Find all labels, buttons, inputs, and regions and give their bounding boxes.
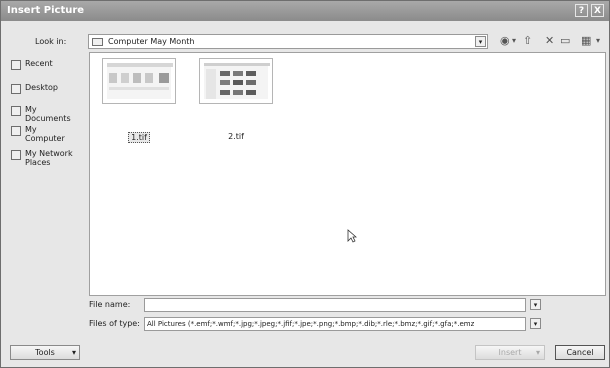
files-of-type-label: Files of type: [89, 319, 140, 328]
thumbnail-image [204, 63, 270, 99]
file-name-label: File name: [89, 300, 131, 309]
delete-icon[interactable]: ✕ [545, 34, 554, 47]
file-list[interactable]: 1.tif 2.tif [89, 52, 606, 296]
place-label: My Network Places [25, 149, 73, 167]
insert-picture-dialog: Insert Picture ? X Look in: Computer May… [0, 0, 610, 368]
new-folder-icon[interactable]: ▭ [560, 34, 570, 47]
file-name-dropdown-button[interactable]: ▾ [530, 299, 541, 310]
tools-button[interactable]: Tools ▾ [10, 345, 80, 360]
place-label: Desktop [25, 83, 58, 92]
files-of-type-dropdown-button[interactable]: ▾ [530, 318, 541, 329]
look-in-dropdown[interactable]: Computer May Month ▾ [88, 34, 488, 49]
recent-icon [11, 60, 21, 70]
thumbnail-image [107, 63, 173, 99]
thumbnail-2-graphic [204, 63, 270, 99]
back-dropdown-icon[interactable]: ▾ [512, 36, 516, 45]
help-button[interactable]: ? [575, 4, 588, 17]
place-label: My Computer [25, 125, 65, 143]
places-bar: Recent Desktop My Documents My Computer … [7, 51, 87, 297]
insert-button[interactable]: Insert ▾ [475, 345, 545, 360]
file-name-input[interactable] [144, 298, 526, 312]
file-caption-2[interactable]: 2.tif [199, 132, 273, 141]
back-arrow-icon[interactable]: ◉ [500, 34, 510, 47]
insert-label: Insert [498, 348, 522, 357]
mouse-cursor-icon [347, 229, 357, 243]
desktop-icon [11, 84, 21, 94]
views-icon[interactable]: ▦ [581, 34, 591, 47]
files-of-type-select[interactable]: All Pictures (*.emf;*.wmf;*.jpg;*.jpeg;*… [144, 317, 526, 331]
network-icon [11, 150, 21, 160]
place-label: Recent [25, 59, 53, 68]
place-my-network-places[interactable]: My Network Places [9, 149, 89, 185]
file-thumbnail-1[interactable] [102, 58, 176, 104]
dialog-title: Insert Picture [7, 5, 85, 16]
tools-label: Tools [35, 348, 55, 357]
file-name-2: 2.tif [228, 132, 244, 141]
folder-icon [92, 38, 103, 46]
file-thumbnail-2[interactable] [199, 58, 273, 104]
documents-icon [11, 106, 21, 116]
look-in-value: Computer May Month [108, 37, 195, 46]
cancel-button[interactable]: Cancel [555, 345, 605, 360]
file-name-1: 1.tif [128, 132, 150, 143]
computer-icon [11, 126, 21, 136]
close-button[interactable]: X [591, 4, 604, 17]
look-in-label: Look in: [35, 37, 67, 46]
title-bar: Insert Picture ? X [1, 1, 609, 21]
views-dropdown-icon[interactable]: ▾ [596, 36, 600, 45]
place-label: My Documents [25, 105, 71, 123]
file-caption-1[interactable]: 1.tif [102, 132, 176, 143]
insert-dropdown-icon: ▾ [535, 348, 540, 357]
thumbnail-1-graphic [107, 63, 173, 90]
look-in-dropdown-button[interactable]: ▾ [475, 36, 486, 47]
tools-dropdown-icon: ▾ [71, 348, 76, 357]
up-folder-icon[interactable]: ⇧ [523, 34, 532, 47]
